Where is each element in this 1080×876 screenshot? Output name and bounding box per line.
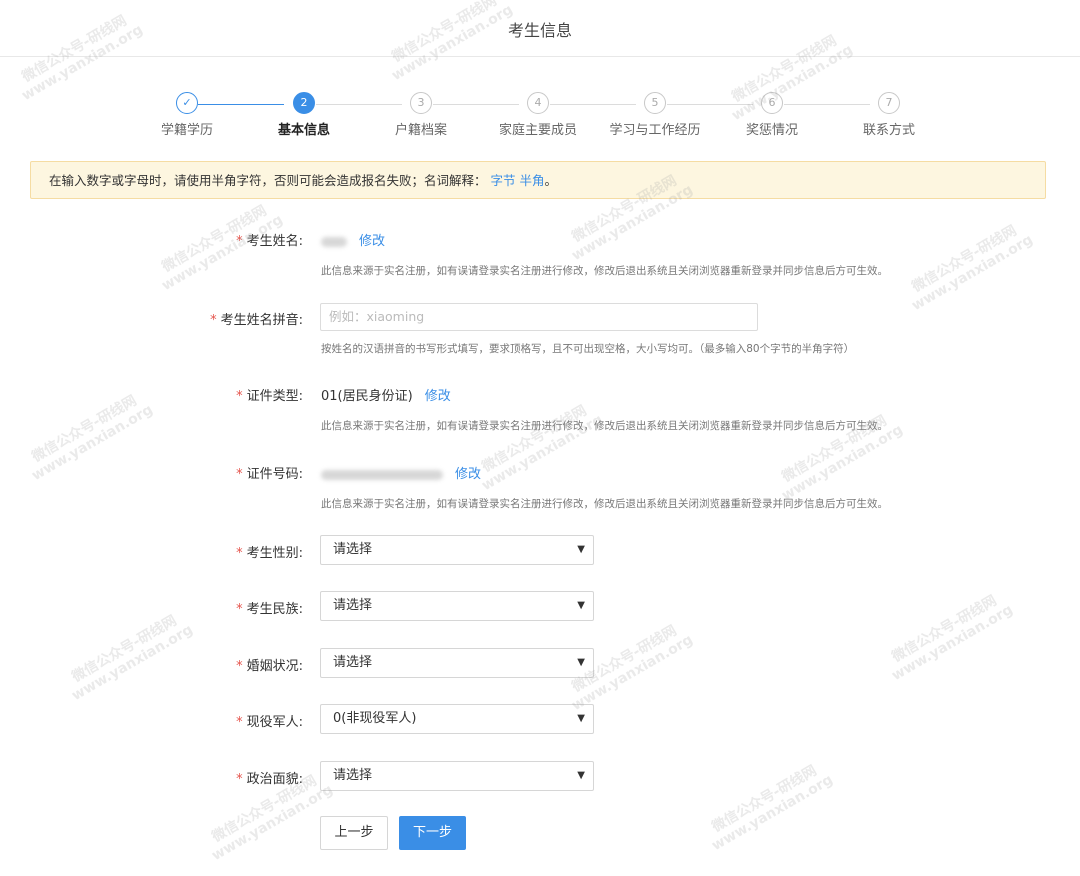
step-label: 户籍档案 xyxy=(394,123,447,138)
step-item[interactable]: ✓ 学籍学历 xyxy=(127,92,247,138)
step-label: 奖惩情况 xyxy=(745,123,798,138)
page-header: 考生信息 xyxy=(0,0,1080,57)
political-select[interactable]: 请选择 ▼ xyxy=(320,761,594,791)
step-item[interactable]: 5 学习与工作经历 xyxy=(595,92,715,138)
id-number-value: 修改 xyxy=(321,463,481,482)
name-hint: 此信息来源于实名注册，如有误请登录实名注册进行修改，修改后退出系统且关闭浏览器重… xyxy=(321,265,888,277)
military-select[interactable]: 0(非现役军人) ▼ xyxy=(320,704,594,734)
name-edit-link[interactable]: 修改 xyxy=(359,234,385,249)
watermark: 微信公众号-研线网 www.yanxian.org xyxy=(479,402,606,495)
watermark: 微信公众号-研线网 www.yanxian.org xyxy=(29,392,156,485)
id-type-edit-link[interactable]: 修改 xyxy=(425,389,451,404)
step-item[interactable]: 7 联系方式 xyxy=(829,92,949,138)
step-item[interactable]: 2 基本信息 xyxy=(244,92,364,138)
pinyin-hint: 按姓名的汉语拼音的书写形式填写，要求顶格写，且不可出现空格，大小写均可。（最多输… xyxy=(321,343,855,355)
notice-link-byte[interactable]: 字节 xyxy=(491,173,516,188)
id-number-edit-link[interactable]: 修改 xyxy=(455,467,481,482)
notice-end: 。 xyxy=(544,173,558,188)
marital-label: * 婚姻状况: xyxy=(236,659,303,674)
dropdown-arrow-icon: ▼ xyxy=(577,713,585,724)
id-type-value: 01(居民身份证) 修改 xyxy=(321,389,451,404)
id-type-hint: 此信息来源于实名注册，如有误请登录实名注册进行修改，修改后退出系统且关闭浏览器重… xyxy=(321,420,888,432)
step-label: 基本信息 xyxy=(277,123,330,138)
redacted-id-number xyxy=(321,469,443,480)
step-number: 7 xyxy=(878,92,900,114)
watermark: 微信公众号-研线网 www.yanxian.org xyxy=(909,222,1036,315)
step-number: 3 xyxy=(410,92,432,114)
pinyin-label: * 考生姓名拼音: xyxy=(210,313,303,328)
dropdown-arrow-icon: ▼ xyxy=(577,657,585,668)
page-title: 考生信息 xyxy=(507,21,572,40)
notice-text: 在输入数字或字母时，请使用半角字符，否则可能会造成报名失败；名词解释： xyxy=(49,173,487,188)
step-label: 联系方式 xyxy=(862,123,915,138)
step-label: 家庭主要成员 xyxy=(498,123,577,138)
dropdown-arrow-icon: ▼ xyxy=(577,770,585,781)
gender-label: * 考生性别: xyxy=(236,546,303,561)
watermark: 微信公众号-研线网 www.yanxian.org xyxy=(889,592,1016,685)
notice-link-halfwidth[interactable]: 半角 xyxy=(520,173,545,188)
required-mark: * xyxy=(236,234,243,249)
step-item[interactable]: 6 奖惩情况 xyxy=(712,92,832,138)
step-number: 5 xyxy=(644,92,666,114)
step-number: 6 xyxy=(761,92,783,114)
id-number-hint: 此信息来源于实名注册，如有误请登录实名注册进行修改，修改后退出系统且关闭浏览器重… xyxy=(321,498,888,510)
watermark: 微信公众号-研线网 www.yanxian.org xyxy=(709,762,836,855)
step-item[interactable]: 4 家庭主要成员 xyxy=(478,92,598,138)
political-label: * 政治面貌: xyxy=(236,772,303,787)
prev-button[interactable]: 上一步 xyxy=(320,816,388,850)
id-number-label: * 证件号码: xyxy=(236,467,303,482)
watermark: 微信公众号-研线网 www.yanxian.org xyxy=(69,612,196,705)
military-label: * 现役军人: xyxy=(236,715,303,730)
gender-select[interactable]: 请选择 ▼ xyxy=(320,535,594,565)
notice-bar: 在输入数字或字母时，请使用半角字符，否则可能会造成报名失败；名词解释： 字节 半… xyxy=(30,161,1046,199)
step-number: 4 xyxy=(527,92,549,114)
step-number: 2 xyxy=(293,92,315,114)
step-label: 学籍学历 xyxy=(160,123,213,138)
dropdown-arrow-icon: ▼ xyxy=(577,544,585,555)
marital-select[interactable]: 请选择 ▼ xyxy=(320,648,594,678)
dropdown-arrow-icon: ▼ xyxy=(577,600,585,611)
name-value: 修改 xyxy=(321,230,385,249)
pinyin-input[interactable]: 例如：xiaoming xyxy=(320,303,758,331)
ethnicity-label: * 考生民族: xyxy=(236,602,303,617)
step-label: 学习与工作经历 xyxy=(609,123,701,138)
step-item[interactable]: 3 户籍档案 xyxy=(361,92,481,138)
next-button[interactable]: 下一步 xyxy=(399,816,466,850)
check-icon: ✓ xyxy=(176,92,198,114)
id-type-label: * 证件类型: xyxy=(236,389,303,404)
step-progress: ✓ 学籍学历 2 基本信息 3 户籍档案 4 家庭主要成员 5 学习与工作经历 … xyxy=(0,92,1080,142)
ethnicity-select[interactable]: 请选择 ▼ xyxy=(320,591,594,621)
redacted-name xyxy=(321,236,347,247)
name-label: * 考生姓名: xyxy=(236,234,303,249)
